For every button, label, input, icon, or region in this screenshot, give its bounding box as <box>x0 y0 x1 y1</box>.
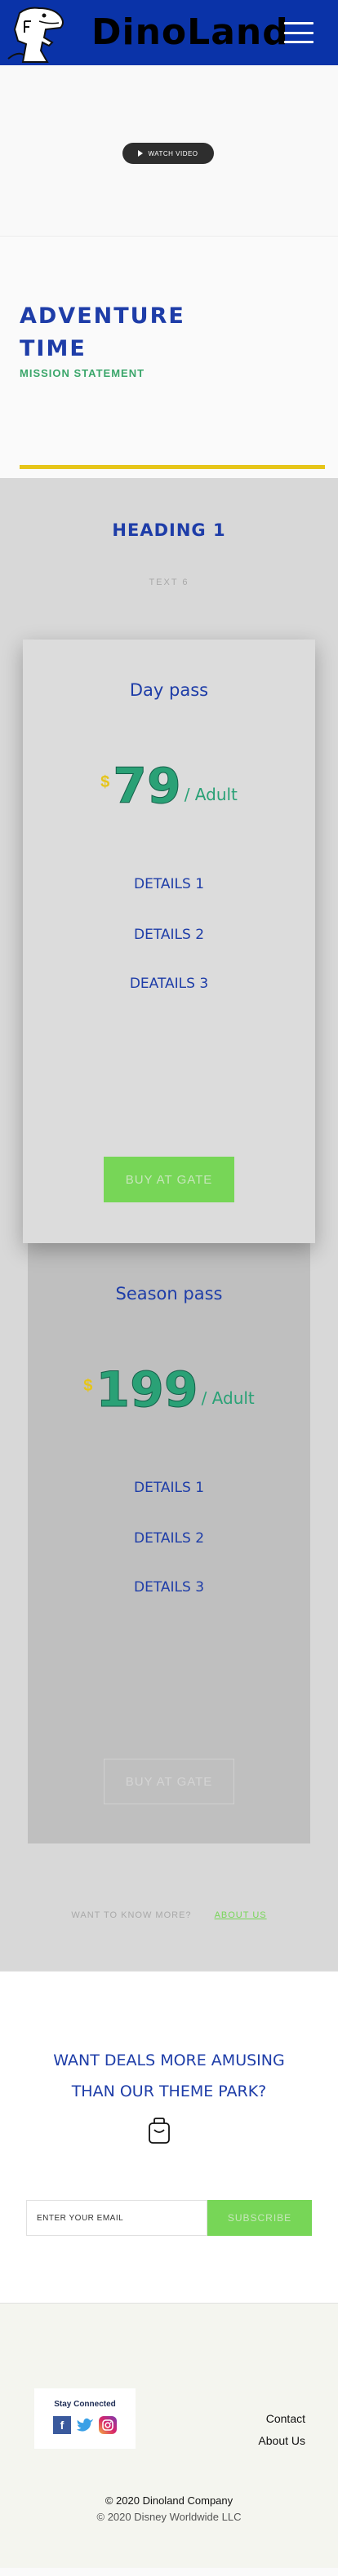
currency-symbol: $ <box>83 1377 93 1395</box>
hamburger-icon[interactable] <box>284 22 314 43</box>
adventure-title: Adventure Time <box>20 303 185 361</box>
dinosaur-logo-icon[interactable] <box>7 5 70 64</box>
card-title: Day pass <box>129 680 209 700</box>
buy-at-gate-button[interactable]: Buy at gate <box>104 1759 234 1804</box>
menu-line <box>284 22 314 24</box>
top-navigation-bar: DinoLand <box>0 0 338 65</box>
brand-title[interactable]: DinoLand <box>91 11 289 53</box>
stay-connected-box: Stay Connected f <box>34 2388 136 2449</box>
detail-link[interactable]: Details 3 <box>28 1579 310 1596</box>
shopping-bag-icon <box>149 2118 170 2144</box>
detail-link[interactable]: Details 2 <box>23 927 315 943</box>
newsletter-section: Want deals more amusing than our theme p… <box>0 1971 338 2304</box>
pricing-text: Text 6 <box>149 578 189 587</box>
facebook-icon[interactable]: f <box>53 2416 71 2434</box>
copyright-disney: © 2020 Disney Worldwide LLC <box>96 2511 242 2523</box>
contact-link[interactable]: Contact <box>258 2408 305 2430</box>
price-amount: 199 <box>96 1361 198 1419</box>
footer-links: Contact About Us <box>258 2408 305 2452</box>
card-title: Season pass <box>115 1284 223 1303</box>
video-hero: WATCH VIDEO <box>0 65 338 237</box>
copyright-company: © 2020 Dinoland Company <box>105 2494 233 2507</box>
about-us-link[interactable]: About Us <box>215 1910 267 1920</box>
menu-line <box>284 31 314 34</box>
watch-video-label: WATCH VIDEO <box>148 149 198 157</box>
price-unit: / Adult <box>184 785 238 804</box>
price: $ 79 / Adult <box>23 758 315 815</box>
currency-symbol: $ <box>100 773 110 791</box>
detail-link[interactable]: Deatails 3 <box>23 976 315 992</box>
season-pass-card: Season pass $ 199 / Adult Details 1 Deta… <box>28 1243 310 1843</box>
about-us-footer-link[interactable]: About Us <box>258 2430 305 2452</box>
buy-at-gate-button[interactable]: Buy at gate <box>104 1157 234 1202</box>
email-input[interactable] <box>26 2200 207 2236</box>
adventure-section: Adventure Time Mission Statement <box>0 237 338 478</box>
price-amount: 79 <box>113 758 181 815</box>
instagram-icon[interactable] <box>99 2416 117 2434</box>
know-more-text: Want to know more? <box>71 1910 192 1920</box>
mission-statement: Mission Statement <box>20 367 145 379</box>
pricing-section: Heading 1 Text 6 Day pass $ 79 / Adult D… <box>0 478 338 1971</box>
play-icon <box>138 150 144 157</box>
menu-line <box>284 41 314 43</box>
detail-link[interactable]: Details 1 <box>28 1480 310 1496</box>
price: $ 199 / Adult <box>28 1361 310 1419</box>
day-pass-card: Day pass $ 79 / Adult Details 1 Details … <box>23 640 315 1243</box>
know-more-row: Want to know more? About Us <box>0 1910 338 1920</box>
subscribe-button[interactable]: Subscribe <box>207 2200 312 2236</box>
price-unit: / Adult <box>201 1388 255 1408</box>
detail-link[interactable]: Details 1 <box>23 876 315 892</box>
detail-link[interactable]: Details 2 <box>28 1530 310 1547</box>
twitter-icon[interactable] <box>76 2416 94 2434</box>
pricing-heading: Heading 1 <box>112 520 226 540</box>
deals-title: Want deals more amusing than our theme p… <box>53 2052 285 2100</box>
accent-divider <box>20 465 325 469</box>
footer: Stay Connected f Contact About Us © 2020… <box>0 2304 338 2568</box>
watch-video-button[interactable]: WATCH VIDEO <box>122 143 214 164</box>
stay-connected-label: Stay Connected <box>54 2400 116 2409</box>
social-icons: f <box>34 2416 136 2434</box>
